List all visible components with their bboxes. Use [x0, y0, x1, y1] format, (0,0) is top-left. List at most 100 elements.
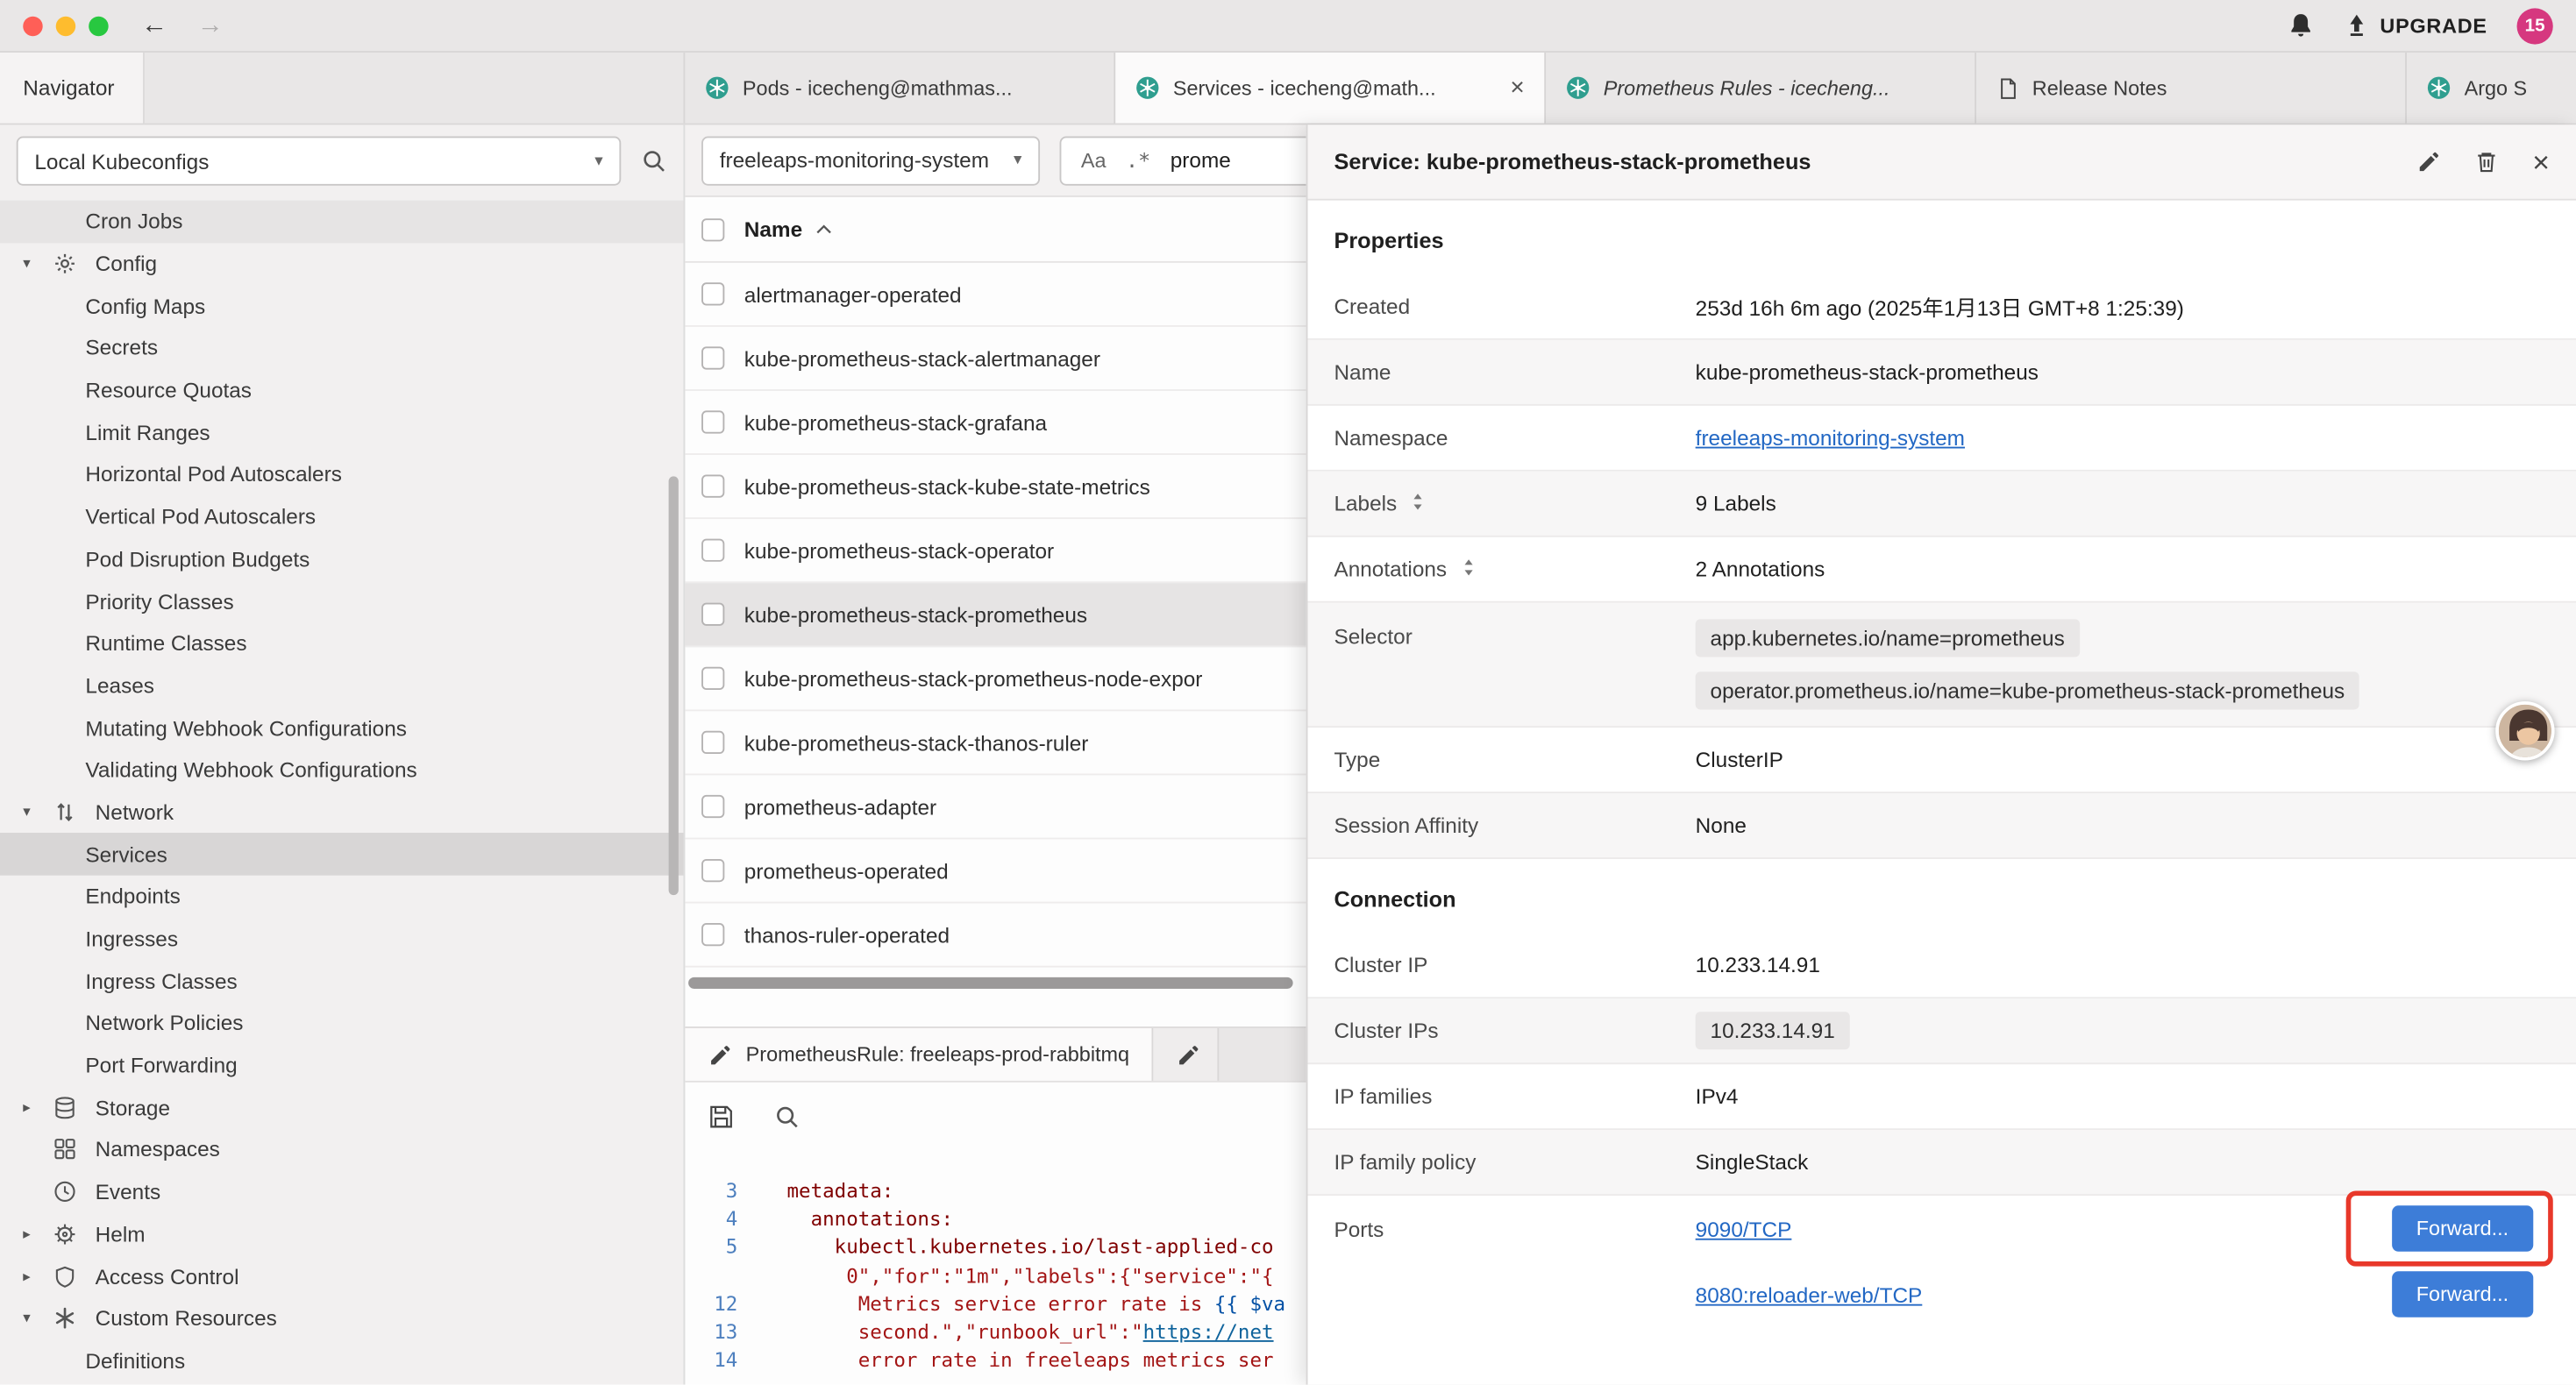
sidebar-item-resource-quotas[interactable]: Resource Quotas	[0, 369, 683, 411]
dock-tab-prometheusrule[interactable]: PrometheusRule: freeleaps-prod-rabbitmq	[685, 1028, 1154, 1081]
sidebar-item-validating-webhook-configurations[interactable]: Validating Webhook Configurations	[0, 749, 683, 791]
row-checkbox[interactable]	[701, 539, 724, 562]
row-checkbox[interactable]	[701, 795, 724, 818]
forward-button[interactable]: Forward...	[2392, 1205, 2534, 1251]
bell-icon[interactable]	[2287, 11, 2315, 39]
forward-icon[interactable]: →	[197, 12, 224, 39]
sidebar-item-network-policies[interactable]: Network Policies	[0, 1002, 683, 1044]
sidebar-item-priority-classes[interactable]: Priority Classes	[0, 580, 683, 622]
sidebar-item-vertical-pod-autoscalers[interactable]: Vertical Pod Autoscalers	[0, 496, 683, 538]
detail-value: ClusterIP	[1696, 748, 1783, 772]
row-checkbox[interactable]	[701, 731, 724, 754]
sidebar-item-limit-ranges[interactable]: Limit Ranges	[0, 411, 683, 453]
kubeconfig-select[interactable]: Local Kubeconfigs ▾	[17, 137, 622, 186]
sidebar-item-namespaces[interactable]: Namespaces	[0, 1128, 683, 1170]
search-icon[interactable]	[774, 1104, 801, 1130]
row-checkbox[interactable]	[701, 667, 724, 690]
sidebar-item-mutating-webhook-configurations[interactable]: Mutating Webhook Configurations	[0, 707, 683, 749]
sidebar-item-access-control[interactable]: ▸Access Control	[0, 1255, 683, 1297]
notification-count-badge[interactable]: 15	[2517, 7, 2553, 43]
chevron-right-icon[interactable]: ▸	[23, 1098, 53, 1117]
sidebar-item-config[interactable]: ▾Config	[0, 243, 683, 285]
match-case-toggle[interactable]: Aa	[1081, 149, 1107, 172]
chevron-down-icon[interactable]: ▾	[23, 1310, 53, 1328]
select-all-checkbox[interactable]	[701, 217, 724, 240]
avatar[interactable]	[2495, 701, 2554, 760]
sidebar-item-secrets[interactable]: Secrets	[0, 327, 683, 369]
row-checkbox[interactable]	[701, 475, 724, 498]
row-checkbox[interactable]	[701, 410, 724, 433]
row-name: kube-prometheus-stack-alertmanager	[744, 345, 1100, 370]
sidebar-item-cron-jobs[interactable]: Cron Jobs	[0, 201, 683, 243]
edit-icon[interactable]	[2417, 150, 2442, 174]
sidebar-item-pod-disruption-budgets[interactable]: Pod Disruption Budgets	[0, 538, 683, 580]
save-icon[interactable]	[708, 1104, 735, 1130]
back-icon[interactable]: ←	[141, 12, 167, 39]
maximize-window-button[interactable]	[89, 16, 108, 35]
detail-row-session-affinity: Session AffinityNone	[1307, 793, 2576, 859]
sidebar-item-custom-resources[interactable]: ▾ Custom Resources	[0, 1297, 683, 1339]
detail-label: Type	[1334, 748, 1695, 772]
namespace-select[interactable]: freeleaps-monitoring-system ▾	[701, 136, 1040, 185]
namespace-link[interactable]: freeleaps-monitoring-system	[1696, 425, 1965, 450]
tab-pods-icecheng-mathmas[interactable]: Pods - icecheng@mathmas...	[685, 53, 1115, 124]
sidebar-item-config-maps[interactable]: Config Maps	[0, 285, 683, 327]
delete-icon[interactable]	[2475, 150, 2500, 174]
chevron-right-icon[interactable]: ▸	[23, 1268, 53, 1286]
chevron-right-icon[interactable]: ▸	[23, 1225, 53, 1244]
row-checkbox[interactable]	[701, 603, 724, 626]
port-link[interactable]: 9090/TCP	[1696, 1216, 1792, 1240]
sidebar-item-definitions[interactable]: Definitions	[0, 1339, 683, 1381]
tab-strip-row: Navigator Pods - icecheng@mathmas...Serv…	[0, 53, 2576, 124]
chevron-down-icon[interactable]: ▾	[23, 254, 53, 273]
row-checkbox[interactable]	[701, 346, 724, 369]
tab-argo-s[interactable]: Argo S	[2407, 53, 2576, 124]
sidebar-item-label: Custom Resources	[96, 1306, 277, 1331]
dock-tab-partial[interactable]	[1154, 1028, 1220, 1081]
detail-label: Namespace	[1334, 425, 1695, 450]
detail-value: kube-prometheus-stack-prometheus	[1696, 359, 2039, 384]
sidebar-item-runtime-classes[interactable]: Runtime Classes	[0, 622, 683, 664]
sidebar-scrollbar[interactable]	[669, 476, 679, 895]
tab-close-icon[interactable]: ×	[1510, 74, 1524, 102]
close-window-button[interactable]	[23, 16, 42, 35]
sidebar-item-ingress-classes[interactable]: Ingress Classes	[0, 960, 683, 1002]
sidebar-item-port-forwarding[interactable]: Port Forwarding	[0, 1044, 683, 1086]
detail-label: Cluster IP	[1334, 953, 1695, 977]
detail-row-namespace: Namespacefreeleaps-monitoring-system	[1307, 406, 2576, 472]
port-link[interactable]: 8080:reloader-web/TCP	[1696, 1282, 1923, 1306]
search-icon[interactable]	[641, 148, 667, 174]
tab-services-icecheng-math[interactable]: Services - icecheng@math...×	[1115, 53, 1546, 124]
row-checkbox[interactable]	[701, 282, 724, 305]
code-text: second.","runbook_url":"https://net	[758, 1319, 1274, 1347]
close-icon[interactable]: ×	[2532, 147, 2550, 177]
upgrade-button[interactable]: UPGRADE	[2344, 13, 2487, 38]
tab-prometheus-rules-icecheng[interactable]: Prometheus Rules - icecheng...	[1546, 53, 1976, 124]
sidebar-item-services[interactable]: Services	[0, 834, 683, 876]
sidebar-item-storage[interactable]: ▸Storage	[0, 1086, 683, 1128]
regex-toggle[interactable]: .*	[1126, 148, 1150, 173]
forward-button[interactable]: Forward...	[2392, 1271, 2534, 1317]
sidebar-item-helm[interactable]: ▸Helm	[0, 1213, 683, 1255]
sidebar-item-leases[interactable]: Leases	[0, 664, 683, 707]
sort-up-icon	[815, 224, 834, 235]
expand-toggle-icon[interactable]	[1410, 490, 1427, 516]
column-header-name[interactable]: Name	[744, 217, 802, 241]
sidebar-item-horizontal-pod-autoscalers[interactable]: Horizontal Pod Autoscalers	[0, 453, 683, 495]
namespaces-icon	[53, 1137, 77, 1161]
row-checkbox[interactable]	[701, 859, 724, 882]
sidebar-item-label: Horizontal Pod Autoscalers	[85, 462, 341, 487]
sidebar-item-events[interactable]: Events	[0, 1171, 683, 1213]
sidebar-item-endpoints[interactable]: Endpoints	[0, 876, 683, 918]
expand-toggle-icon[interactable]	[1460, 556, 1477, 582]
minimize-window-button[interactable]	[56, 16, 75, 35]
detail-panel-title: Service: kube-prometheus-stack-prometheu…	[1334, 150, 1811, 174]
shield-icon	[53, 1264, 77, 1289]
sidebar-item-ingresses[interactable]: Ingresses	[0, 918, 683, 960]
detail-value: 253d 16h 6m ago (2025年1月13日 GMT+8 1:25:3…	[1696, 291, 2184, 323]
horizontal-scrollbar[interactable]	[688, 977, 1293, 989]
tab-release-notes[interactable]: Release Notes	[1976, 53, 2407, 124]
row-checkbox[interactable]	[701, 923, 724, 946]
sidebar-item-network[interactable]: ▾Network	[0, 791, 683, 833]
chevron-down-icon[interactable]: ▾	[23, 803, 53, 821]
